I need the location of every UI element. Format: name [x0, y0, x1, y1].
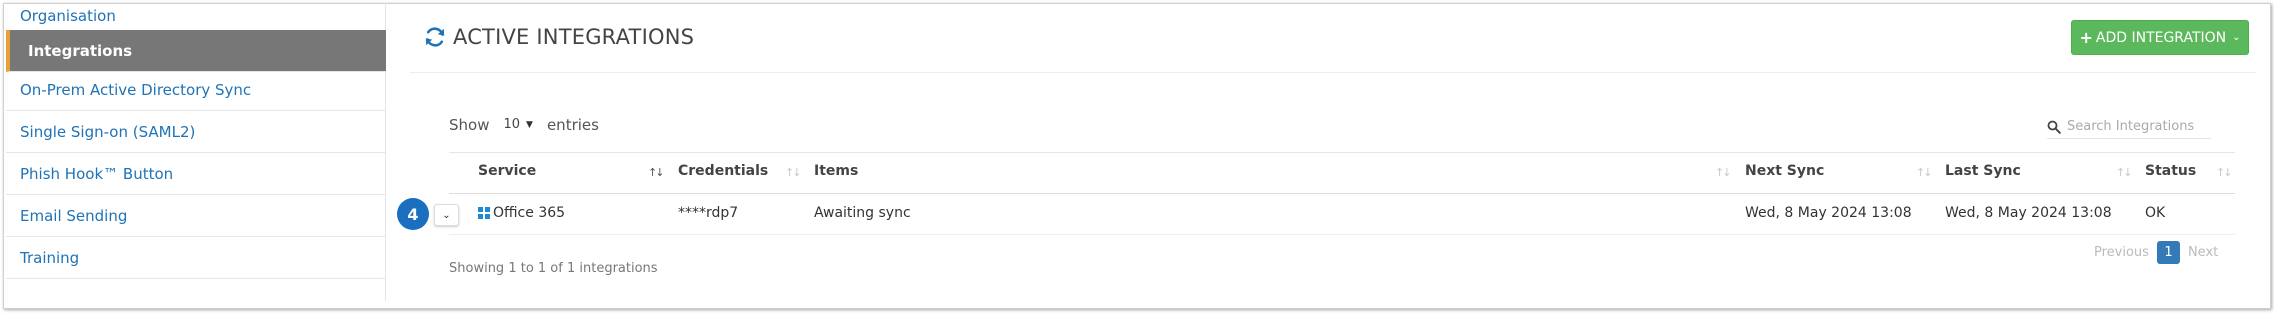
sort-icon[interactable]: ↑↓ [2116, 166, 2133, 179]
column-header-status[interactable]: Status [2145, 163, 2196, 179]
entries-control: Show 10 ▼ entries [449, 115, 599, 134]
sync-icon [425, 27, 445, 47]
page-title: ACTIVE INTEGRATIONS [423, 23, 694, 51]
column-header-next-sync[interactable]: Next Sync [1745, 163, 1824, 179]
sort-icon[interactable]: ↑↓ [1916, 166, 1933, 179]
column-header-last-sync[interactable]: Last Sync [1945, 163, 2021, 179]
sort-icon[interactable]: ↑↓ [2216, 166, 2233, 179]
search-input[interactable] [2067, 119, 2207, 134]
step-badge: 4 [397, 198, 429, 230]
sidebar-item-ad-sync[interactable]: On-Prem Active Directory Sync [6, 69, 386, 111]
pagination: Previous 1 Next [2094, 241, 2218, 264]
sidebar-item-email-sending[interactable]: Email Sending [6, 195, 386, 237]
column-header-credentials[interactable]: Credentials [678, 163, 768, 179]
row-status: OK [2145, 205, 2166, 221]
sidebar-item-sso[interactable]: Single Sign-on (SAML2) [6, 111, 386, 153]
row-next-sync: Wed, 8 May 2024 13:08 [1745, 205, 1912, 221]
column-header-items[interactable]: Items [814, 163, 858, 179]
table-info: Showing 1 to 1 of 1 integrations [449, 261, 658, 276]
row-divider [449, 234, 2235, 235]
row-service: Office 365 [493, 205, 566, 221]
column-header-service[interactable]: Service [478, 163, 536, 179]
page-title-text: ACTIVE INTEGRATIONS [453, 25, 695, 49]
row-expand-button[interactable]: ⌄ [434, 204, 459, 226]
table-header-top-border [449, 152, 2235, 153]
sort-icon[interactable]: ↑↓ [785, 166, 802, 179]
sidebar-item-training[interactable]: Training [6, 237, 386, 279]
pagination-page-1[interactable]: 1 [2156, 241, 2180, 264]
sort-asc-icon[interactable]: ↑↓ [648, 166, 665, 179]
sidebar-item-phish-hook[interactable]: Phish Hook™ Button [6, 153, 386, 195]
chevron-down-icon: ⌄ [2232, 32, 2241, 43]
chevron-down-icon: ⌄ [442, 209, 451, 221]
row-items: Awaiting sync [814, 205, 911, 221]
add-integration-button[interactable]: + ADD INTEGRATION ⌄ [2071, 20, 2249, 55]
entries-value: 10 [503, 117, 521, 132]
settings-sidebar: Organisation Integrations On-Prem Active… [6, 3, 386, 301]
office-365-icon [478, 207, 490, 219]
table-header-bottom-border [449, 193, 2235, 194]
row-last-sync: Wed, 8 May 2024 13:08 [1945, 205, 2112, 221]
pagination-previous[interactable]: Previous [2094, 245, 2149, 260]
sidebar-item-integrations[interactable]: Integrations [6, 30, 386, 72]
entries-select[interactable]: 10 ▼ [499, 115, 536, 134]
row-credentials: ****rdp7 [678, 205, 739, 221]
header-divider [410, 72, 2256, 73]
add-integration-label: ADD INTEGRATION [2095, 29, 2227, 46]
sort-icon[interactable]: ↑↓ [1715, 166, 1732, 179]
chevron-down-icon: ▼ [526, 119, 533, 130]
plus-icon: + [2079, 28, 2093, 47]
search-icon [2047, 120, 2061, 134]
entries-label: entries [546, 115, 599, 134]
pagination-next[interactable]: Next [2188, 245, 2218, 260]
show-label: Show [449, 115, 490, 134]
search-box [2047, 115, 2211, 139]
